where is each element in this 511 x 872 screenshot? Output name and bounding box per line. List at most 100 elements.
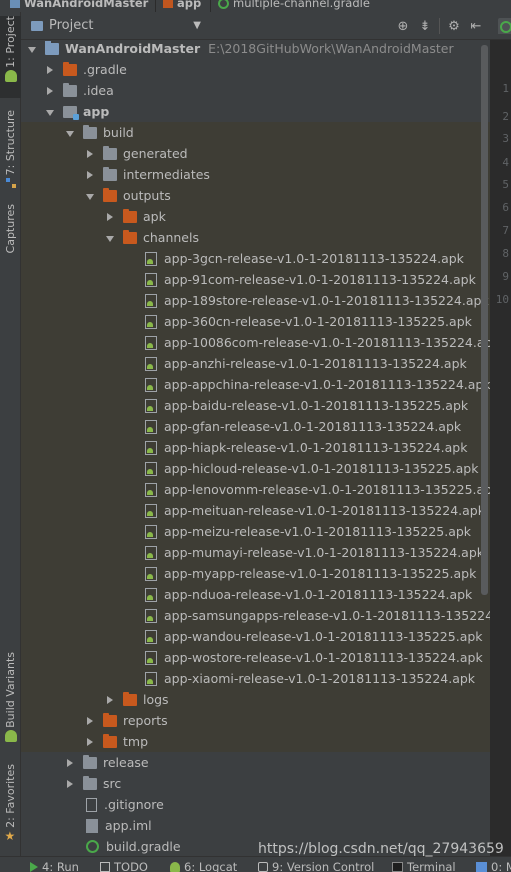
breadcrumb-project[interactable]: WanAndroidMaster <box>10 0 148 10</box>
line-number: 9 <box>502 270 509 283</box>
tab-version-control[interactable]: 9: Version Control <box>258 860 374 872</box>
gear-icon[interactable]: ⚙ <box>446 19 462 34</box>
tree-file-apk[interactable]: app-xiaomi-release-v1.0-1-20181113-13522… <box>21 668 490 689</box>
folder-icon <box>123 208 137 223</box>
tree-file-apk[interactable]: app-gfan-release-v1.0-1-20181113-135224.… <box>21 416 490 437</box>
file-name: app-hiapk-release-v1.0-1-20181113-135224… <box>164 440 468 455</box>
project-view-selector[interactable]: Project ▼ <box>31 18 201 33</box>
tab-messages[interactable]: 0: M <box>476 860 511 872</box>
tree-node-label: channels <box>143 230 199 245</box>
tree-node-release[interactable]: release <box>21 752 490 773</box>
tree-scrollbar[interactable] <box>481 45 488 595</box>
tree-file-apk[interactable]: app-hicloud-release-v1.0-1-20181113-1352… <box>21 458 490 479</box>
folder-icon <box>63 82 77 97</box>
apk-file-icon <box>145 398 157 413</box>
breadcrumb-module[interactable]: app <box>163 0 201 10</box>
tree-file-apk[interactable]: app-189store-release-v1.0-1-20181113-135… <box>21 290 490 311</box>
collapsed-arrow-icon[interactable] <box>65 779 75 789</box>
tree-node-gradle[interactable]: .gradle <box>21 59 490 80</box>
collapsed-arrow-icon[interactable] <box>85 716 95 726</box>
tree-node-tmp[interactable]: tmp <box>21 731 490 752</box>
collapsed-arrow-icon[interactable] <box>45 86 55 96</box>
apk-file-icon <box>145 440 157 455</box>
tab-structure[interactable]: 7: Structure <box>0 110 21 202</box>
file-name: app-91com-release-v1.0-1-20181113-135224… <box>164 272 476 287</box>
tree-file-apk[interactable]: app-91com-release-v1.0-1-20181113-135224… <box>21 269 490 290</box>
tree-file-apk[interactable]: app-wostore-release-v1.0-1-20181113-1352… <box>21 647 490 668</box>
tab-favorites[interactable]: 2: Favorites ★ <box>0 764 21 850</box>
folder-icon <box>83 754 97 769</box>
tab-build-variants[interactable]: Build Variants <box>0 652 21 752</box>
tree-file-apk[interactable]: app-lenovomm-release-v1.0-1-20181113-135… <box>21 479 490 500</box>
collapsed-arrow-icon[interactable] <box>85 170 95 180</box>
tree-file-apk[interactable]: app-wandou-release-v1.0-1-20181113-13522… <box>21 626 490 647</box>
tree-node-logs[interactable]: logs <box>21 689 490 710</box>
editor-tab-bar <box>490 12 511 40</box>
editor-tab-gradle[interactable] <box>498 18 511 34</box>
tree-file-apk[interactable]: app-meituan-release-v1.0-1-20181113-1352… <box>21 500 490 521</box>
expanded-arrow-icon[interactable] <box>105 233 115 243</box>
tree-file-apk[interactable]: app-appchina-release-v1.0-1-20181113-135… <box>21 374 490 395</box>
line-number: 3 <box>502 132 509 145</box>
tree-file-apk[interactable]: app-10086com-release-v1.0-1-20181113-135… <box>21 332 490 353</box>
messages-icon <box>476 862 487 872</box>
tree-node-intermediates[interactable]: intermediates <box>21 164 490 185</box>
tree-node-app[interactable]: app <box>21 101 490 122</box>
tree-node-reports[interactable]: reports <box>21 710 490 731</box>
tree-node-label: apk <box>143 209 166 224</box>
todo-icon <box>100 862 110 872</box>
expanded-arrow-icon[interactable] <box>27 44 37 54</box>
tree-node-generated[interactable]: generated <box>21 143 490 164</box>
collapsed-arrow-icon[interactable] <box>85 737 95 747</box>
collapsed-arrow-icon[interactable] <box>65 758 75 768</box>
tree-node-build[interactable]: build <box>21 122 490 143</box>
tree-file-apk[interactable]: app-mumayi-release-v1.0-1-20181113-13522… <box>21 542 490 563</box>
tree-file-apk[interactable]: app-nduoa-release-v1.0-1-20181113-135224… <box>21 584 490 605</box>
module-folder-icon <box>63 105 79 120</box>
tree-node-root[interactable]: WanAndroidMaster E:\2018GitHubWork\WanAn… <box>21 40 490 59</box>
text-file-icon <box>86 797 97 812</box>
expanded-arrow-icon[interactable] <box>45 107 55 117</box>
tree-file-apk[interactable]: app-360cn-release-v1.0-1-20181113-135225… <box>21 311 490 332</box>
collapsed-arrow-icon[interactable] <box>45 65 55 75</box>
tree-node-apk[interactable]: apk <box>21 206 490 227</box>
tree-file-iml[interactable]: app.iml <box>21 815 490 836</box>
project-view-icon <box>31 20 43 31</box>
tree-node-outputs[interactable]: outputs <box>21 185 490 206</box>
breadcrumb-module-label: app <box>177 0 202 10</box>
breadcrumb-divider <box>155 0 156 12</box>
tree-file-apk[interactable]: app-anzhi-release-v1.0-1-20181113-135224… <box>21 353 490 374</box>
tab-captures[interactable]: Captures <box>0 204 21 270</box>
file-name: app-wandou-release-v1.0-1-20181113-13522… <box>164 629 483 644</box>
tree-file-apk[interactable]: app-3gcn-release-v1.0-1-20181113-135224.… <box>21 248 490 269</box>
tab-project[interactable]: 1: Project <box>0 16 21 98</box>
tab-run[interactable]: 4: Run <box>30 860 79 872</box>
collapsed-arrow-icon[interactable] <box>105 695 115 705</box>
tree-file-gitignore[interactable]: .gitignore <box>21 794 490 815</box>
tree-file-apk[interactable]: app-myapp-release-v1.0-1-20181113-135225… <box>21 563 490 584</box>
expanded-arrow-icon[interactable] <box>85 191 95 201</box>
collapse-icon[interactable]: ⇟ <box>417 19 433 34</box>
tree-file-apk[interactable]: app-hiapk-release-v1.0-1-20181113-135224… <box>21 437 490 458</box>
breadcrumb-file[interactable]: multiple-channel.gradle <box>218 0 370 10</box>
tab-favorites-label: 2: Favorites <box>4 764 17 828</box>
target-icon[interactable]: ⊕ <box>395 19 411 34</box>
tree-file-apk[interactable]: app-baidu-release-v1.0-1-20181113-135225… <box>21 395 490 416</box>
tree-node-channels[interactable]: channels <box>21 227 490 248</box>
expanded-arrow-icon[interactable] <box>65 128 75 138</box>
collapsed-arrow-icon[interactable] <box>105 212 115 222</box>
module-folder-icon <box>163 0 173 8</box>
file-name: app-lenovomm-release-v1.0-1-20181113-135… <box>164 482 490 497</box>
tree-node-idea[interactable]: .idea <box>21 80 490 101</box>
tree-node-src[interactable]: src <box>21 773 490 794</box>
tab-todo[interactable]: TODO <box>100 860 148 872</box>
collapsed-arrow-icon[interactable] <box>85 149 95 159</box>
tree-file-apk[interactable]: app-samsungapps-release-v1.0-1-20181113-… <box>21 605 490 626</box>
gradle-file-icon <box>218 0 229 9</box>
tab-terminal[interactable]: Terminal <box>392 860 456 872</box>
tab-logcat[interactable]: 6: Logcat <box>170 860 237 872</box>
navigation-breadcrumb: WanAndroidMaster app multiple-channel.gr… <box>0 0 511 12</box>
folder-icon <box>123 691 137 706</box>
hide-icon[interactable]: ⇤ <box>468 19 484 34</box>
tree-file-apk[interactable]: app-meizu-release-v1.0-1-20181113-135225… <box>21 521 490 542</box>
